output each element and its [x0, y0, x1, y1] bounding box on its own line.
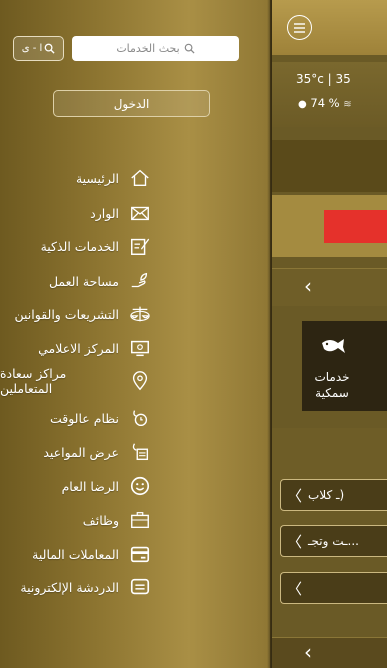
chevron-left-icon: 〈 [287, 579, 303, 598]
top-bar [272, 0, 387, 55]
menu-item-label: الرضا العام [61, 478, 119, 494]
list-item[interactable]: 〈 ـ كلاب) [280, 479, 387, 511]
menu-item-label: الدردشة الإلكترونية [20, 579, 119, 595]
chevron-left-icon: 〈 [287, 532, 303, 551]
menu-item-appointments[interactable]: عرض المواعيد [0, 437, 152, 467]
menu-item-label: المركز الاعلامي [38, 340, 119, 356]
search-placeholder: بحث الخدمات [116, 42, 180, 55]
menu-item-media-center[interactable]: المركز الاعلامي [0, 333, 152, 363]
menu-item-label: نظام عالوقت [49, 410, 119, 426]
menu-item-inbox[interactable]: الوارد [0, 198, 152, 228]
section-header [272, 428, 387, 480]
humidity-value: 74 % [310, 96, 340, 110]
location-pin-icon [129, 369, 152, 393]
red-banner-block [324, 210, 387, 243]
smiley-icon [128, 474, 152, 498]
menu-toggle-button[interactable] [287, 15, 312, 40]
list-item[interactable]: 〈 ـت وتجـ... [280, 525, 387, 557]
fish-icon [322, 339, 345, 353]
menu-item-label: مساحة العمل [48, 273, 119, 289]
menu-item-label: وظائف [82, 512, 119, 528]
menu-item-customer-happiness[interactable]: مراكز سعادة المتعاملين [0, 366, 152, 396]
menu-item-label: مراكز سعادة المتعاملين [0, 366, 67, 396]
menu-item-legislation[interactable]: التشريعات والقوانين [0, 299, 152, 329]
lang-label: ا - ى [21, 43, 43, 54]
menu-item-jobs[interactable]: وظائف [0, 505, 152, 535]
login-label: الدخول [113, 96, 150, 111]
menu-item-queue-system[interactable]: نظام عالوقت [0, 403, 152, 433]
service-tile-label: خدمات سمكية [314, 370, 350, 400]
scales-icon [128, 302, 152, 326]
menu-item-label: المعاملات المالية [32, 546, 119, 562]
menu-icon [294, 22, 305, 33]
weather-temperature: 35°c | 35 [296, 72, 351, 86]
menu-item-label: عرض المواعيد [43, 444, 119, 460]
side-drawer: ا - ى بحث الخدمات الدخول الرئيسية الوارد… [0, 0, 270, 668]
menu-item-label: الرئيسية [75, 170, 119, 186]
mail-icon [128, 201, 152, 225]
chevron-left-icon[interactable]: ‹ [304, 274, 312, 298]
weather-humidity: ● 74 % ≋ [298, 96, 352, 110]
menu-item-label: الخدمات الذكية [40, 238, 119, 254]
menu-item-home[interactable]: الرئيسية [0, 163, 152, 193]
chevron-left-icon[interactable]: ‹ [304, 640, 312, 664]
login-button[interactable]: الدخول [53, 90, 210, 117]
service-tile[interactable]: خدمات سمكية [302, 321, 387, 411]
stopwatch-icon [128, 406, 152, 430]
wind-icon: ≋ [343, 99, 352, 110]
bottom-row: ‹ [272, 637, 387, 668]
menu-item-workspace[interactable]: مساحة العمل [0, 266, 152, 296]
chat-icon [128, 575, 152, 599]
list-item[interactable]: 〈 [280, 572, 387, 604]
monitor-icon [128, 336, 152, 360]
menu-item-chat[interactable]: الدردشة الإلكترونية [0, 572, 152, 602]
chevron-left-icon: 〈 [287, 486, 303, 505]
calendar-clock-icon [128, 440, 152, 464]
menu-item-smart-services[interactable]: الخدمات الذكية [0, 231, 152, 261]
hand-plant-icon [128, 269, 152, 293]
menu-item-label: التشريعات والقوانين [14, 306, 120, 322]
list-item-label: ـت وتجـ... [308, 534, 359, 548]
search-icon [184, 43, 195, 54]
card-icon [128, 542, 152, 566]
services-search-input[interactable]: بحث الخدمات [72, 36, 239, 61]
search-icon [44, 43, 55, 54]
main-content: 35°c | 35 ● 74 % ≋ ‹ خدمات سمكية 〈 ـ كلا… [272, 0, 387, 668]
list-item-label: ـ كلاب) [308, 488, 345, 502]
drop-icon: ● [298, 99, 307, 110]
home-icon [128, 166, 152, 190]
edit-document-icon [128, 234, 152, 258]
menu-item-satisfaction[interactable]: الرضا العام [0, 471, 152, 501]
language-search-button[interactable]: ا - ى [13, 36, 64, 61]
briefcase-icon [128, 508, 152, 532]
menu-item-financial[interactable]: المعاملات المالية [0, 539, 152, 569]
dark-panel [272, 140, 387, 192]
menu-item-label: الوارد [90, 205, 119, 221]
carousel-header: ‹ [272, 268, 387, 306]
